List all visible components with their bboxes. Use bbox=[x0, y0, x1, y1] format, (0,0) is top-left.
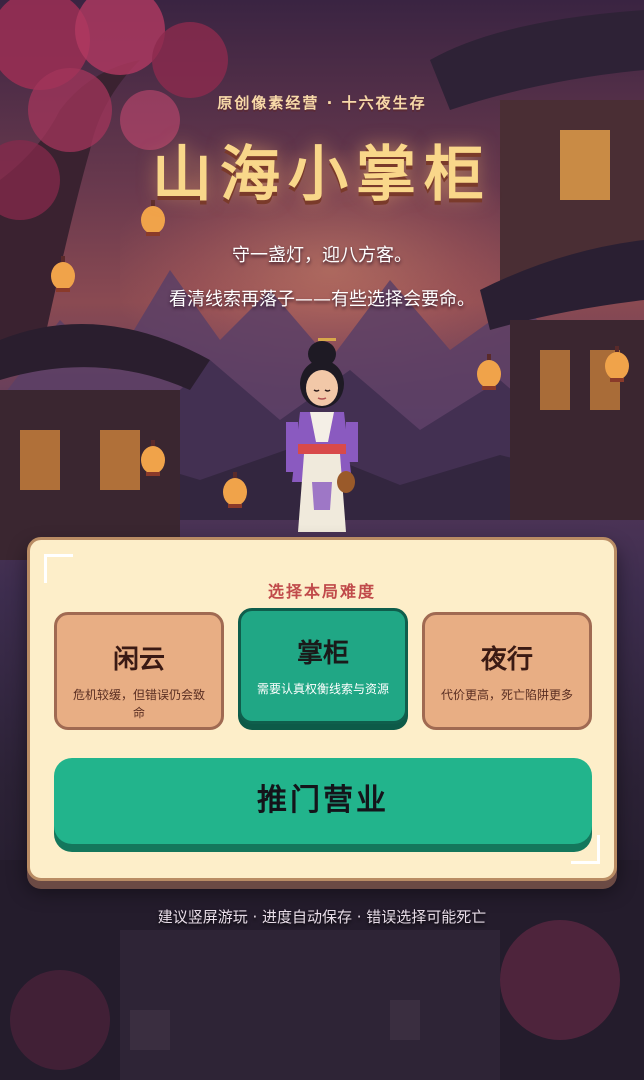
lantern-icon bbox=[223, 472, 247, 508]
difficulty-name: 夜行 bbox=[480, 645, 533, 675]
difficulty-description: 危机较缓，但错误仍会致命 bbox=[72, 688, 205, 720]
tagline-line-2: 看清线索再落子——有些选择会要命。 bbox=[169, 289, 475, 310]
game-title: 山海小掌柜 bbox=[152, 140, 492, 210]
shopkeeper-character bbox=[286, 338, 358, 532]
lantern-icon bbox=[605, 346, 629, 382]
difficulty-description: 需要认真权衡线索与资源 bbox=[256, 682, 389, 696]
footer-note: 建议竖屏游玩 · 进度自动保存 · 错误选择可能死亡 bbox=[157, 908, 487, 926]
difficulty-options: 闲云 危机较缓，但错误仍会致命 掌柜 需要认真权衡线索与资源 夜行 代价更高，死… bbox=[54, 608, 592, 732]
difficulty-option-normal-selected[interactable]: 掌柜 需要认真权衡线索与资源 bbox=[238, 608, 408, 724]
game-title-screen: 原创像素经营 · 十六夜生存 山海小掌柜 守一盏灯，迎八方客。 看清线索再落子—… bbox=[0, 0, 644, 1080]
courtyard-ground bbox=[0, 860, 644, 1080]
pavilion-left bbox=[0, 324, 210, 560]
start-game-label: 推门营业 bbox=[257, 783, 389, 818]
start-game-button[interactable]: 推门营业 bbox=[54, 758, 592, 844]
difficulty-name: 掌柜 bbox=[296, 639, 349, 669]
difficulty-panel: 选择本局难度 闲云 危机较缓，但错误仍会致命 掌柜 需要认真权衡线索与资源 夜行… bbox=[27, 537, 617, 881]
difficulty-option-hard[interactable]: 夜行 代价更高，死亡陷阱更多 bbox=[422, 612, 592, 730]
lantern-icon bbox=[477, 354, 501, 390]
difficulty-description: 代价更高，死亡陷阱更多 bbox=[440, 688, 573, 702]
difficulty-option-easy[interactable]: 闲云 危机较缓，但错误仍会致命 bbox=[54, 612, 224, 730]
difficulty-heading: 选择本局难度 bbox=[267, 582, 376, 601]
tagline-line-1: 守一盏灯，迎八方客。 bbox=[232, 245, 412, 266]
lantern-icon bbox=[141, 440, 165, 476]
difficulty-name: 闲云 bbox=[112, 645, 165, 675]
game-subtitle: 原创像素经营 · 十六夜生存 bbox=[217, 94, 427, 112]
